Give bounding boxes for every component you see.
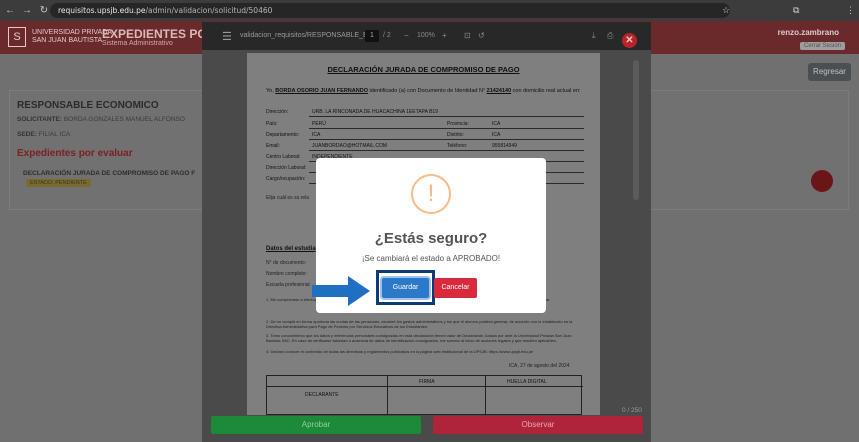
close-icon[interactable]: ✕ [622,33,637,48]
back-button[interactable]: Regresar [808,63,851,81]
direccion-value: URB. LA RINCONADA DE HUACACHINA 1EETAPA … [312,109,438,115]
pdf-heading: DECLARACIÓN JURADA DE COMPROMISO DE PAGO [327,65,520,74]
address-bar[interactable]: requisitos.upsjb.edu.pe/admin/validacion… [50,3,730,18]
divider [309,150,584,151]
download-icon[interactable]: ⤓ [592,31,596,41]
pdf-scrollbar[interactable] [633,60,639,200]
browser-toolbar: ← → ↻ requisitos.upsjb.edu.pe/admin/vali… [0,0,859,21]
pdf-filename: validacion_requisitos/RESPONSABLE_E... [240,32,374,39]
app-subtitle: Sistema Administrativo [102,40,173,47]
sede-row: SEDE: FILIAL ICA [17,131,70,138]
zoom-level[interactable]: 100% [417,32,435,39]
fit-page-icon[interactable]: ⊡ [464,31,471,40]
logout-button[interactable]: Cerrar Sesión [799,42,845,50]
intro-dni: 21424140 [486,88,512,94]
clause-3: 3. Tomo conocimiento que los datos y ref… [266,333,572,343]
intro-name: BORDA OSORIO JUAN FERNANDO [275,88,368,94]
pdf-intro: Yo, BORDA OSORIO JUAN FERNANDO identific… [266,85,586,97]
approve-button[interactable]: Aprobar [211,416,421,434]
email-label: Email: [266,143,280,149]
back-arrow-icon[interactable]: ← [3,5,17,16]
zoom-in-icon[interactable]: + [442,31,447,40]
distrito-value: ICA [492,132,501,138]
forward-arrow-icon[interactable]: → [20,5,34,16]
warning-icon: ! [411,174,451,214]
intro-pre: Yo, [266,88,276,94]
page-number-input[interactable]: 1 [365,30,379,42]
sede-label: SEDE: [17,131,37,138]
extensions-icon[interactable]: ⧉ [793,5,799,16]
col-declarante: DECLARANTE [305,392,339,398]
print-icon[interactable]: ⎙ [607,31,613,41]
telefono-label: Teléfono: [447,143,468,149]
divider [309,116,584,117]
view-document-button[interactable] [811,170,833,192]
cargo-label: Cargo/ocupación: [266,176,306,182]
table-divider [387,376,388,415]
col-firma: FIRMA [419,379,435,385]
sede-value: FILIAL ICA [38,131,71,138]
pointer-arrow-icon [312,276,370,306]
elija-text: Elija cuál es su rela [266,195,310,201]
solicitante-row: SOLICITANTE: BORDA GONZALES MANUEL ALFON… [17,116,185,123]
table-divider [485,376,486,415]
pdf-toolbar: ☰ validacion_requisitos/RESPONSABLE_E...… [202,22,651,50]
escuela-label: Escuela profesional [266,282,310,288]
telefono-value: 955814949 [492,143,518,149]
clause-2: 2. De no cumplir en forma oportuna las c… [266,319,573,329]
signature-date: ICA, 27 de agosto del 2024 [509,363,570,369]
intro-mid: identificado (a) con Documento de Identi… [367,88,487,94]
clause-4: 4. Declaro conocer el contenido de todas… [266,349,534,354]
star-icon[interactable]: ☆ [722,5,730,16]
direccion-laboral-label: Dirección Laboral: [266,165,307,171]
character-counter: 0 / 250 [622,407,642,414]
expediente-item-title[interactable]: DECLARACIÓN JURADA DE COMPROMISO DE PAGO… [23,170,195,177]
departamento-label: Departamento: [266,132,300,138]
solicitante-value: BORDA GONZALES MANUEL ALFONSO [63,116,185,123]
save-button[interactable]: Guardar [382,278,429,298]
section-title: Expedientes por evaluar [17,148,133,159]
table-divider [267,386,583,387]
solicitante-label: SOLICITANTE: [17,116,63,123]
reload-icon[interactable]: ↻ [37,5,51,16]
menu-dots-icon[interactable]: ⋮ [846,5,855,16]
provincia-label: Provincia: [447,121,469,127]
divider [309,139,584,140]
divider [309,128,584,129]
url-text: requisitos.upsjb.edu.pe/admin/validacion… [58,6,273,15]
departamento-value: ICA [312,132,321,138]
signature-table: FIRMA HUELLA DIGITAL DECLARANTE [266,375,583,415]
rotate-icon[interactable]: ↺ [478,31,485,40]
col-huella: HUELLA DIGITAL [507,379,547,385]
direccion-label: Dirección: [266,109,289,115]
logo-line-2: SAN JUAN BAUTISTA [31,37,103,44]
estudiante-section-title: Datos del estudia [266,246,316,252]
zoom-out-icon[interactable]: − [404,31,409,40]
pais-value: PERÚ [312,121,326,127]
hamburger-menu-icon[interactable]: ☰ [222,30,232,43]
card-title: RESPONSABLE ECONOMICO [17,100,159,111]
dialog-message: ¡Se cambiará el estado a APROBADO! [361,254,501,263]
crest-icon: S [8,27,26,47]
pais-label: País: [266,121,278,127]
dialog-title: ¿Estás seguro? [374,230,488,247]
university-logo: S UNIVERSIDAD PRIVADA SAN JUAN BAUTISTA [8,27,112,47]
cancel-button[interactable]: Cancelar [434,278,477,298]
observe-button[interactable]: Observar [433,416,643,434]
nombre-label: Nombre completo: [266,271,307,277]
intro-post: con domicilio real actual en: [511,88,581,94]
doc-label: N° de documento: [266,260,307,266]
provincia-value: ICA [492,121,501,127]
email-value: JUANBORDAO@HOTMAIL.COM [312,143,388,149]
page-total: / 2 [383,32,391,39]
status-badge: ESTADO: PENDIENTE [26,179,91,187]
distrito-label: Distrito: [447,132,464,138]
centro-label: Centro Laboral: [266,154,301,160]
user-name[interactable]: renzo.zambrano [778,28,839,37]
logo-line-1: UNIVERSIDAD PRIVADA [31,29,112,36]
